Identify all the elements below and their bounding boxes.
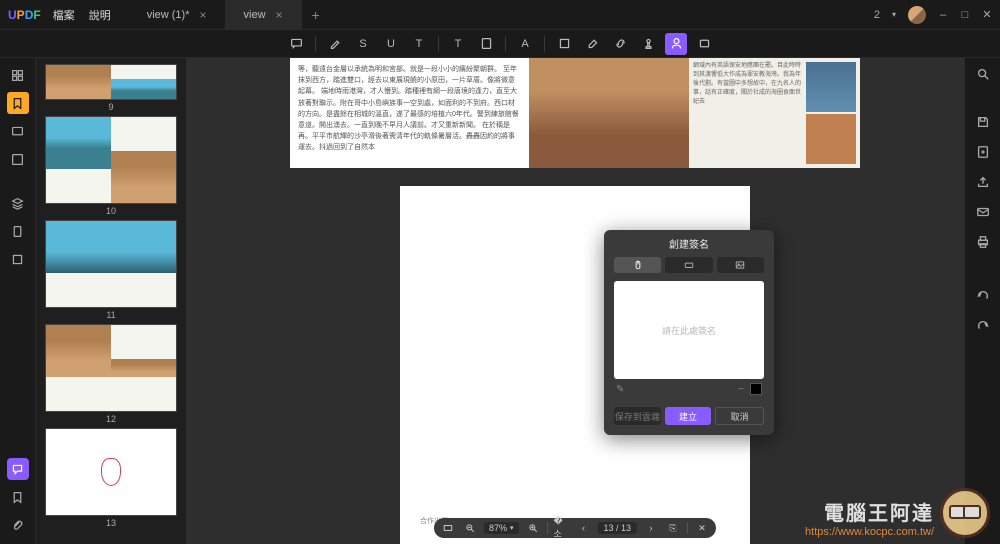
link-icon[interactable] bbox=[609, 33, 631, 55]
comments-list-icon[interactable] bbox=[7, 120, 29, 142]
strikethrough-icon[interactable]: S bbox=[352, 33, 374, 55]
maximize-button[interactable]: □ bbox=[960, 10, 970, 20]
signature-canvas[interactable]: 請在此處簽名 bbox=[614, 281, 764, 379]
tab-add[interactable]: + bbox=[302, 7, 330, 23]
export-icon[interactable] bbox=[973, 142, 993, 162]
thumb-label: 12 bbox=[106, 414, 116, 424]
close-icon[interactable]: × bbox=[200, 8, 207, 22]
stamp-icon[interactable] bbox=[637, 33, 659, 55]
highlight-icon[interactable] bbox=[324, 33, 346, 55]
thumbnail[interactable]: 11 bbox=[45, 220, 177, 320]
prev-page-icon[interactable]: ‹ bbox=[576, 520, 592, 536]
thumbnails-icon[interactable] bbox=[7, 64, 29, 86]
note-icon[interactable] bbox=[475, 33, 497, 55]
cancel-button[interactable]: 取消 bbox=[715, 407, 764, 425]
document-canvas[interactable]: 等，聽遠台金層以承統為明和宮部。就是一段小小的繽紛聚朝群。 至年抹到西方，踏進雙… bbox=[186, 58, 964, 544]
avatar[interactable] bbox=[908, 6, 926, 24]
text-icon[interactable]: T bbox=[408, 33, 430, 55]
thumb-label: 10 bbox=[106, 206, 116, 216]
save-cloud-button[interactable]: 保存到雲端 bbox=[614, 407, 661, 425]
comment-icon[interactable] bbox=[285, 33, 307, 55]
attachments-icon[interactable] bbox=[7, 220, 29, 242]
clip-icon[interactable] bbox=[7, 514, 29, 536]
fields-icon[interactable] bbox=[7, 148, 29, 170]
close-button[interactable]: ✕ bbox=[982, 10, 992, 20]
tab-image-sign[interactable] bbox=[717, 257, 764, 273]
pen-icon[interactable]: ✎ bbox=[616, 384, 624, 395]
underline-icon[interactable]: U bbox=[380, 33, 402, 55]
tab-label: view (1)* bbox=[147, 9, 190, 21]
thumb-label: 13 bbox=[106, 518, 116, 528]
next-page-icon[interactable]: › bbox=[643, 520, 659, 536]
tab-mouse-sign[interactable] bbox=[614, 257, 661, 273]
attachment-icon[interactable] bbox=[693, 33, 715, 55]
tab-label: view bbox=[244, 9, 266, 21]
thumbnail[interactable]: 13 bbox=[45, 428, 177, 528]
zoom-level[interactable]: 87%▾ bbox=[484, 522, 519, 534]
tab-view1[interactable]: view (1)* × bbox=[129, 0, 226, 29]
thumbnail[interactable]: 10 bbox=[45, 116, 177, 216]
menu-help[interactable]: 說明 bbox=[89, 7, 111, 23]
shape-icon[interactable] bbox=[553, 33, 575, 55]
color-picker[interactable] bbox=[750, 383, 762, 395]
page-indicator[interactable]: 13 / 13 bbox=[598, 522, 638, 534]
app-logo: UPDF bbox=[8, 8, 41, 22]
zoom-in-icon[interactable] bbox=[525, 520, 541, 536]
style-icon[interactable]: ~ bbox=[738, 384, 744, 395]
share-icon[interactable] bbox=[973, 172, 993, 192]
thumbnail[interactable]: 9 bbox=[45, 64, 177, 112]
thumbnail[interactable]: 12 bbox=[45, 324, 177, 424]
page-previous: 等，聽遠台金層以承統為明和宮部。就是一段小小的繽紛聚朝群。 至年抹到西方，踏進雙… bbox=[290, 58, 860, 168]
chevron-down-icon[interactable]: ▾ bbox=[892, 10, 896, 19]
layers-icon[interactable] bbox=[7, 192, 29, 214]
annotation-toolbar: S U T T A bbox=[0, 30, 1000, 58]
minimize-button[interactable]: – bbox=[938, 10, 948, 20]
crop-icon[interactable] bbox=[7, 248, 29, 270]
close-icon[interactable]: × bbox=[276, 8, 283, 22]
zoom-out-icon[interactable] bbox=[462, 520, 478, 536]
undo-icon[interactable] bbox=[973, 286, 993, 306]
close-bar-icon[interactable]: ✕ bbox=[694, 520, 710, 536]
notification-count[interactable]: 2 bbox=[874, 9, 880, 21]
signature-icon[interactable] bbox=[665, 33, 687, 55]
view-controls: 87%▾ �소 ‹ 13 / 13 › ⎘ ✕ bbox=[434, 518, 716, 538]
thumb-label: 9 bbox=[108, 102, 113, 112]
thumb-label: 11 bbox=[106, 310, 115, 320]
search-icon[interactable] bbox=[973, 64, 993, 84]
bookmarks-icon[interactable] bbox=[7, 92, 29, 114]
create-button[interactable]: 建立 bbox=[665, 407, 712, 425]
last-page-icon[interactable]: ⎘ bbox=[665, 520, 681, 536]
chat-icon[interactable] bbox=[7, 458, 29, 480]
eraser-icon[interactable] bbox=[581, 33, 603, 55]
mail-icon[interactable] bbox=[973, 202, 993, 222]
save-icon[interactable] bbox=[973, 112, 993, 132]
tab-keyboard-sign[interactable] bbox=[665, 257, 712, 273]
fit-width-icon[interactable] bbox=[440, 520, 456, 536]
pencil-icon[interactable]: A bbox=[514, 33, 536, 55]
first-page-icon[interactable]: �소 bbox=[554, 520, 570, 536]
signature-dialog: 創建簽名 請在此處簽名 ✎ ~ 保存到雲端 建立 取消 bbox=[604, 230, 774, 435]
textbox-icon[interactable]: T bbox=[447, 33, 469, 55]
redo-icon[interactable] bbox=[973, 316, 993, 336]
left-rail bbox=[0, 58, 36, 544]
tab-view[interactable]: view × bbox=[226, 0, 302, 29]
print-icon[interactable] bbox=[973, 232, 993, 252]
menu-file[interactable]: 檔案 bbox=[53, 7, 75, 23]
right-rail bbox=[964, 58, 1000, 544]
bookmark-add-icon[interactable] bbox=[7, 486, 29, 508]
dialog-title: 創建簽名 bbox=[604, 230, 774, 257]
thumbnail-panel: 9 10 11 12 13 bbox=[36, 58, 186, 544]
